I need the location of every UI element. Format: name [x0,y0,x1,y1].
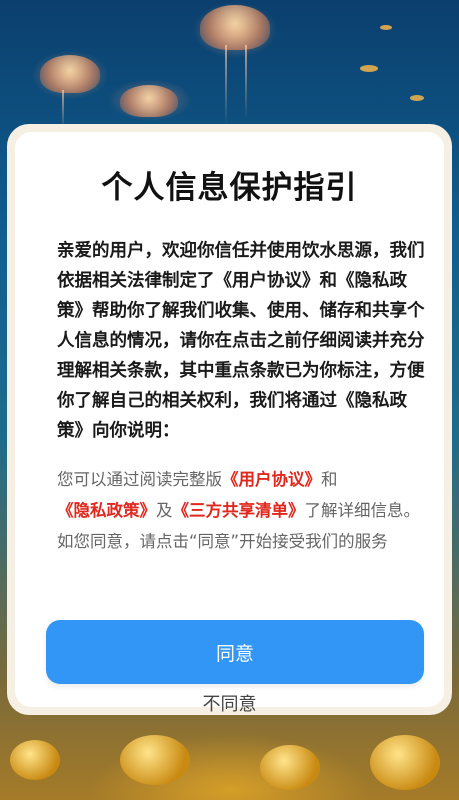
jellyfish-decoration [40,55,100,93]
dialog-intro-text: 亲爱的用户，欢迎你信任并使用饮水思源，我们依据相关法律制定了《用户协议》和《隐私… [57,241,425,441]
dialog-content: 个人信息保护指引 亲爱的用户，欢迎你信任并使用饮水思源，我们依据相关法律制定了《… [15,132,444,715]
jellyfish-tentacle [225,45,227,125]
dialog-secondary-text: 您可以通过阅读完整版《用户协议》和《隐私政策》及《三方共享清单》了解详细信息。如… [57,464,431,557]
secondary-also: 及 [156,501,173,520]
fish-decoration [380,25,392,30]
agree-button[interactable]: 同意 [46,620,424,684]
jellyfish-tentacle [245,45,247,120]
user-agreement-link[interactable]: 《用户协议》 [222,470,321,489]
secondary-prefix: 您可以通过阅读完整版 [57,470,222,489]
gold-coin-decoration [370,735,440,790]
jellyfish-decoration [200,5,270,50]
jellyfish-decoration [120,85,178,117]
disagree-button[interactable]: 不同意 [15,690,444,716]
privacy-policy-link[interactable]: 《隐私政策》 [57,501,156,520]
fish-decoration [360,65,378,72]
privacy-dialog: 个人信息保护指引 亲爱的用户，欢迎你信任并使用饮水思源，我们依据相关法律制定了《… [7,124,452,715]
gold-coin-decoration [120,735,190,785]
fish-decoration [410,95,424,101]
gold-coin-decoration [10,740,60,780]
third-party-list-link[interactable]: 《三方共享清单》 [173,501,305,520]
secondary-and: 和 [321,470,338,489]
gold-coin-decoration [260,745,320,790]
dialog-title: 个人信息保护指引 [101,170,358,206]
